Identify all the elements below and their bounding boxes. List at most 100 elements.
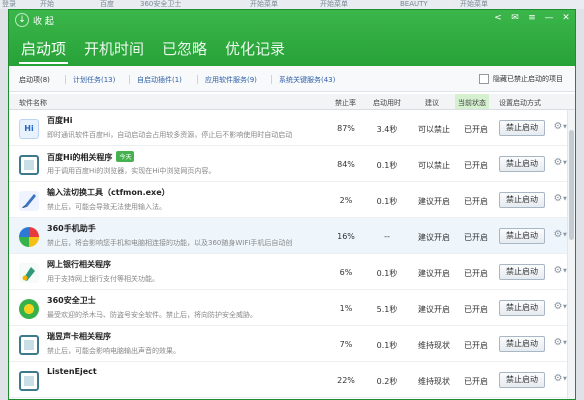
current-state: 已开启: [464, 161, 488, 170]
current-state: 已开启: [464, 377, 488, 386]
disable-startup-button[interactable]: 禁止启动: [499, 264, 545, 280]
app-name: 360安全卫士: [47, 296, 96, 305]
column-startup-time[interactable]: 启动用时: [373, 98, 401, 108]
message-icon[interactable]: ✉: [510, 12, 520, 24]
subtab-scheduled-tasks[interactable]: 计划任务(13): [73, 75, 115, 85]
advice: 建议开启: [418, 197, 450, 206]
app-name: 百度Hi的相关程序: [47, 153, 113, 162]
advice: 可以禁止: [418, 125, 450, 134]
background-text: 登录: [2, 0, 16, 8]
column-name[interactable]: 软件名称: [19, 98, 47, 108]
list-item[interactable]: 网上银行相关程序 用于支持网上银行支付等相关功能。 6% 0.1秒 建议开启 已…: [9, 254, 567, 290]
window-icon: [19, 371, 39, 391]
tab-ignored[interactable]: 已忽略: [160, 36, 209, 64]
window-icon: [19, 155, 39, 175]
hide-disabled-label: 隐藏已禁止启动的项目: [493, 75, 563, 83]
background-desktop-strip: 登录 开始 百度 360安全卫士 开始菜单 开始菜单 BEAUTY 开始菜单: [0, 0, 584, 9]
app-name: 瑞昱声卡相关程序: [47, 332, 111, 341]
disable-startup-button[interactable]: 禁止启动: [499, 300, 545, 316]
disable-rate: 2%: [339, 196, 353, 205]
column-advice[interactable]: 建议: [425, 98, 439, 108]
list-item[interactable]: Hi 百度Hi 即时通讯软件百度Hi，自动启动会占用较多资源，停止后不影响使用时…: [9, 110, 567, 146]
startup-time: 5.1秒: [376, 305, 398, 314]
divider: [197, 75, 198, 84]
list-item[interactable]: 360安全卫士 最受欢迎的杀木马、防盗号安全软件。禁止后，将向防护安全威胁。 1…: [9, 290, 567, 326]
list-item[interactable]: ListenEject 22% 0.2秒 维持现状 已开启 禁止启动 ⚙ ▼: [9, 362, 567, 398]
disable-rate: 1%: [339, 304, 353, 313]
list-item[interactable]: 360手机助手 禁止后，将会影响您手机和电脑相连接的功能，以及360随身WIFI…: [9, 218, 567, 254]
sound-card-icon: [19, 335, 39, 355]
tab-startup-items[interactable]: 启动项: [19, 36, 69, 64]
background-text: 360安全卫士: [140, 0, 182, 8]
collapse-label: 收 起: [33, 16, 54, 27]
advice: 维持现状: [418, 377, 450, 386]
disable-rate: 22%: [337, 376, 355, 385]
background-text: 开始菜单: [250, 0, 278, 8]
current-state: 已开启: [464, 269, 488, 278]
subtab-autostart-plugins[interactable]: 自启动插件(1): [137, 75, 182, 85]
advice: 维持现状: [418, 341, 450, 350]
startup-list: Hi 百度Hi 即时通讯软件百度Hi，自动启动会占用较多资源，停止后不影响使用时…: [9, 110, 567, 399]
divider: [65, 75, 66, 84]
subtab-system-services[interactable]: 系统关键服务(43): [279, 75, 335, 85]
startup-time: 0.1秒: [376, 341, 398, 350]
arrow-down-icon: ↓: [15, 13, 29, 27]
baidu-hi-icon: Hi: [19, 119, 39, 139]
column-disable-rate[interactable]: 禁止率: [335, 98, 356, 108]
startup-time: --: [384, 232, 390, 241]
pen-icon: [19, 191, 39, 211]
startup-time: 3.4秒: [376, 125, 398, 134]
disable-startup-button[interactable]: 禁止启动: [499, 336, 545, 352]
scrollbar-thumb[interactable]: [569, 130, 574, 240]
column-header: 软件名称 禁止率 启动用时 建议 当前状态 设置启动方式: [9, 94, 575, 110]
current-state: 已开启: [464, 125, 488, 134]
header-bar: ↓ 收 起 < ✉ ≡ — ✕ 启动项 开机时间 已忽略 优化记录: [9, 10, 575, 66]
minimize-icon[interactable]: —: [544, 12, 554, 24]
app-description: 禁止后，将会影响您手机和电脑相连接的功能，以及360随身WIFI手机后自动创: [47, 239, 293, 247]
disable-rate: 16%: [337, 232, 355, 241]
bank-icon: [19, 263, 39, 283]
collapse-button[interactable]: ↓ 收 起: [15, 13, 54, 27]
app-name: ListenEject: [47, 367, 97, 376]
divider: [129, 75, 130, 84]
current-state: 已开启: [464, 197, 488, 206]
app-description: 用于调用百度Hi的浏览器，实现在Hi中浏览网页内容。: [47, 167, 216, 175]
hide-disabled-checkbox[interactable]: [479, 74, 489, 84]
disable-rate: 6%: [339, 268, 353, 277]
background-text: BEAUTY: [400, 0, 428, 8]
disable-startup-button[interactable]: 禁止启动: [499, 156, 545, 172]
list-item[interactable]: 百度Hi的相关程序 今天 用于调用百度Hi的浏览器，实现在Hi中浏览网页内容。 8…: [9, 146, 567, 182]
disable-startup-button[interactable]: 禁止启动: [499, 228, 545, 244]
vertical-scrollbar[interactable]: [567, 110, 575, 399]
disable-startup-button[interactable]: 禁止启动: [499, 192, 545, 208]
window-controls: < ✉ ≡ — ✕: [493, 12, 571, 24]
current-state: 已开启: [464, 305, 488, 314]
list-item[interactable]: 瑞昱声卡相关程序 禁止后，可能会影响电脑输出声音的效果。 7% 0.1秒 维持现…: [9, 326, 567, 362]
subtab-startup-items[interactable]: 启动项(8): [19, 75, 50, 85]
advice: 建议开启: [418, 305, 450, 314]
background-text: 开始菜单: [320, 0, 348, 8]
tab-boot-time[interactable]: 开机时间: [82, 36, 146, 64]
close-icon[interactable]: ✕: [561, 12, 571, 24]
hide-disabled-option[interactable]: 隐藏已禁止启动的项目: [479, 74, 563, 84]
app-description: 即时通讯软件百度Hi，自动启动会占用较多资源，停止后不影响使用时自动启动: [47, 131, 293, 139]
app-description: 禁止后，可能会影响电脑输出声音的效果。: [47, 347, 180, 355]
app-description: 禁止后，可能会导致无法使用输入法。: [47, 203, 166, 211]
divider: [271, 75, 272, 84]
current-state: 已开启: [464, 233, 488, 242]
menu-icon[interactable]: ≡: [527, 12, 537, 24]
disable-startup-button[interactable]: 禁止启动: [499, 120, 545, 136]
list-item[interactable]: 输入法切换工具（ctfmon.exe） 禁止后，可能会导致无法使用输入法。 2%…: [9, 182, 567, 218]
app-name-wrap: 百度Hi的相关程序 今天: [47, 151, 135, 163]
main-tabs: 启动项 开机时间 已忽略 优化记录: [19, 36, 287, 64]
tab-optimization-log[interactable]: 优化记录: [223, 36, 287, 64]
disable-startup-button[interactable]: 禁止启动: [499, 372, 545, 388]
background-text: 开始菜单: [460, 0, 488, 8]
share-icon[interactable]: <: [493, 12, 503, 24]
subtab-app-services[interactable]: 应用软件服务(9): [205, 75, 257, 85]
app-name: 百度Hi: [47, 116, 73, 125]
360-assistant-icon: [19, 227, 39, 247]
advice: 建议开启: [418, 269, 450, 278]
column-current-state[interactable]: 当前状态: [455, 94, 489, 109]
column-startup-mode: 设置启动方式: [499, 99, 541, 107]
